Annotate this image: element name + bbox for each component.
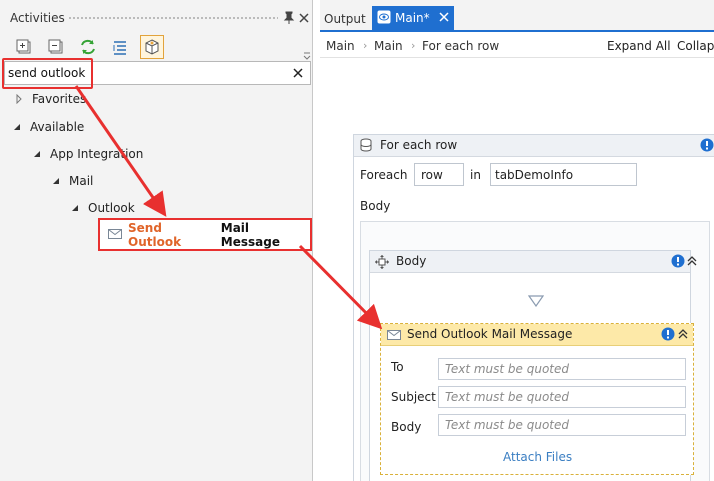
tab-main-label: Main* — [395, 11, 430, 25]
mail-activity-header[interactable]: Send Outlook Mail Message — [381, 324, 693, 346]
designer-panel: Output Main* Main › Main › For each row … — [320, 0, 714, 481]
mail-activity-title: Send Outlook Mail Message — [407, 327, 573, 341]
tree-label: Available — [30, 120, 85, 134]
activity-send-outlook-mail-message[interactable]: Send Outlook Mail Message — [98, 218, 312, 251]
list-view-icon[interactable] — [108, 35, 132, 59]
document-tabs: Output Main* — [320, 0, 714, 32]
refresh-icon[interactable] — [76, 35, 100, 59]
collapse-icon[interactable] — [686, 254, 698, 271]
foreach-header[interactable]: For each row — [354, 135, 714, 157]
in-label: in — [470, 168, 481, 182]
tree-label: Mail — [69, 174, 94, 188]
tree-label: Outlook — [88, 201, 135, 215]
attach-files-link[interactable]: Attach Files — [503, 450, 572, 464]
to-input[interactable] — [439, 359, 685, 379]
warning-icon[interactable] — [671, 254, 685, 271]
tree-item-mail[interactable]: Mail — [49, 172, 93, 190]
foreach-label: Foreach — [360, 168, 408, 182]
breadcrumb: Main › Main › For each row Expand All Co… — [320, 34, 714, 58]
chevron-right-icon: › — [363, 39, 368, 52]
close-panel-icon[interactable] — [297, 9, 311, 25]
foreach-activity[interactable]: For each row Foreach row in tabDemoInfo … — [353, 134, 714, 481]
clear-search-icon[interactable] — [290, 65, 306, 81]
activity-label: Mail Message — [220, 220, 280, 249]
sequence-icon — [374, 254, 390, 273]
foreach-title: For each row — [380, 138, 458, 152]
subject-field-box — [438, 386, 686, 408]
tree-item-outlook[interactable]: Outlook — [68, 199, 135, 217]
breadcrumb-item[interactable]: Main — [374, 39, 403, 53]
caret-right-icon[interactable] — [12, 92, 26, 106]
tree-label: Favorites — [32, 92, 87, 106]
subject-input[interactable] — [439, 387, 685, 407]
tab-output[interactable]: Output — [320, 6, 370, 32]
warning-icon[interactable] — [700, 138, 714, 155]
expand-all-button[interactable]: Expand All — [607, 39, 671, 53]
tree-item-app-integration[interactable]: App Integration — [30, 145, 143, 163]
to-label: To — [391, 360, 404, 374]
tree-item-available[interactable]: Available — [10, 118, 84, 136]
body-field-label: Body — [391, 420, 422, 434]
activities-panel-header: Activities — [0, 7, 313, 29]
search-match-text: Send Outlook — [128, 220, 182, 249]
panel-grip[interactable] — [68, 16, 278, 21]
collapse-icon[interactable] — [677, 327, 689, 344]
chevron-right-icon: › — [411, 39, 416, 52]
drop-target-arrow-icon[interactable] — [527, 295, 545, 310]
collapse-all-icon[interactable] — [44, 35, 68, 59]
workflow-icon — [377, 10, 391, 27]
caret-down-icon[interactable] — [49, 174, 63, 188]
mail-icon — [108, 228, 122, 242]
foreach-variable-field[interactable]: row — [414, 163, 464, 186]
workflow-canvas[interactable]: For each row Foreach row in tabDemoInfo … — [320, 58, 714, 481]
mail-icon — [387, 329, 401, 343]
send-outlook-mail-activity[interactable]: Send Outlook Mail Message To Text must b… — [380, 323, 694, 475]
body-field-box — [438, 414, 686, 436]
caret-down-icon[interactable] — [68, 201, 82, 215]
subject-label: Subject — [391, 390, 436, 404]
expand-all-icon[interactable] — [12, 35, 36, 59]
foreach-body-container: Body Send Outlook Mail Message To Text m… — [360, 221, 710, 481]
tree-item-favorites[interactable]: Favorites — [12, 90, 86, 108]
breadcrumb-item[interactable]: Main — [326, 39, 355, 53]
body-sequence-header[interactable]: Body — [370, 251, 697, 273]
search-annotation-box — [2, 58, 93, 89]
activities-panel: Activities send outlook Favorites Availa… — [0, 0, 313, 481]
activities-panel-title: Activities — [10, 11, 65, 25]
database-icon — [359, 138, 373, 155]
foreach-collection-field[interactable]: tabDemoInfo — [490, 163, 637, 186]
collapse-all-button[interactable]: Collapse All — [677, 39, 714, 53]
close-tab-icon[interactable] — [438, 11, 450, 23]
warning-icon[interactable] — [661, 327, 675, 344]
toolbar-overflow-icon[interactable] — [302, 49, 312, 60]
tree-label: App Integration — [50, 147, 144, 161]
body-input[interactable] — [439, 415, 685, 435]
body-sequence-title: Body — [396, 254, 427, 268]
breadcrumb-item-current: For each row — [422, 39, 500, 53]
pin-icon[interactable] — [282, 9, 296, 25]
body-sequence[interactable]: Body Send Outlook Mail Message To Text m… — [369, 250, 697, 481]
to-field-box — [438, 358, 686, 380]
caret-down-icon[interactable] — [30, 147, 44, 161]
body-label: Body — [360, 199, 391, 213]
tab-main[interactable]: Main* — [372, 6, 454, 30]
package-filter-icon[interactable] — [140, 35, 164, 59]
caret-down-icon[interactable] — [10, 120, 24, 134]
activities-toolbar — [10, 35, 312, 60]
